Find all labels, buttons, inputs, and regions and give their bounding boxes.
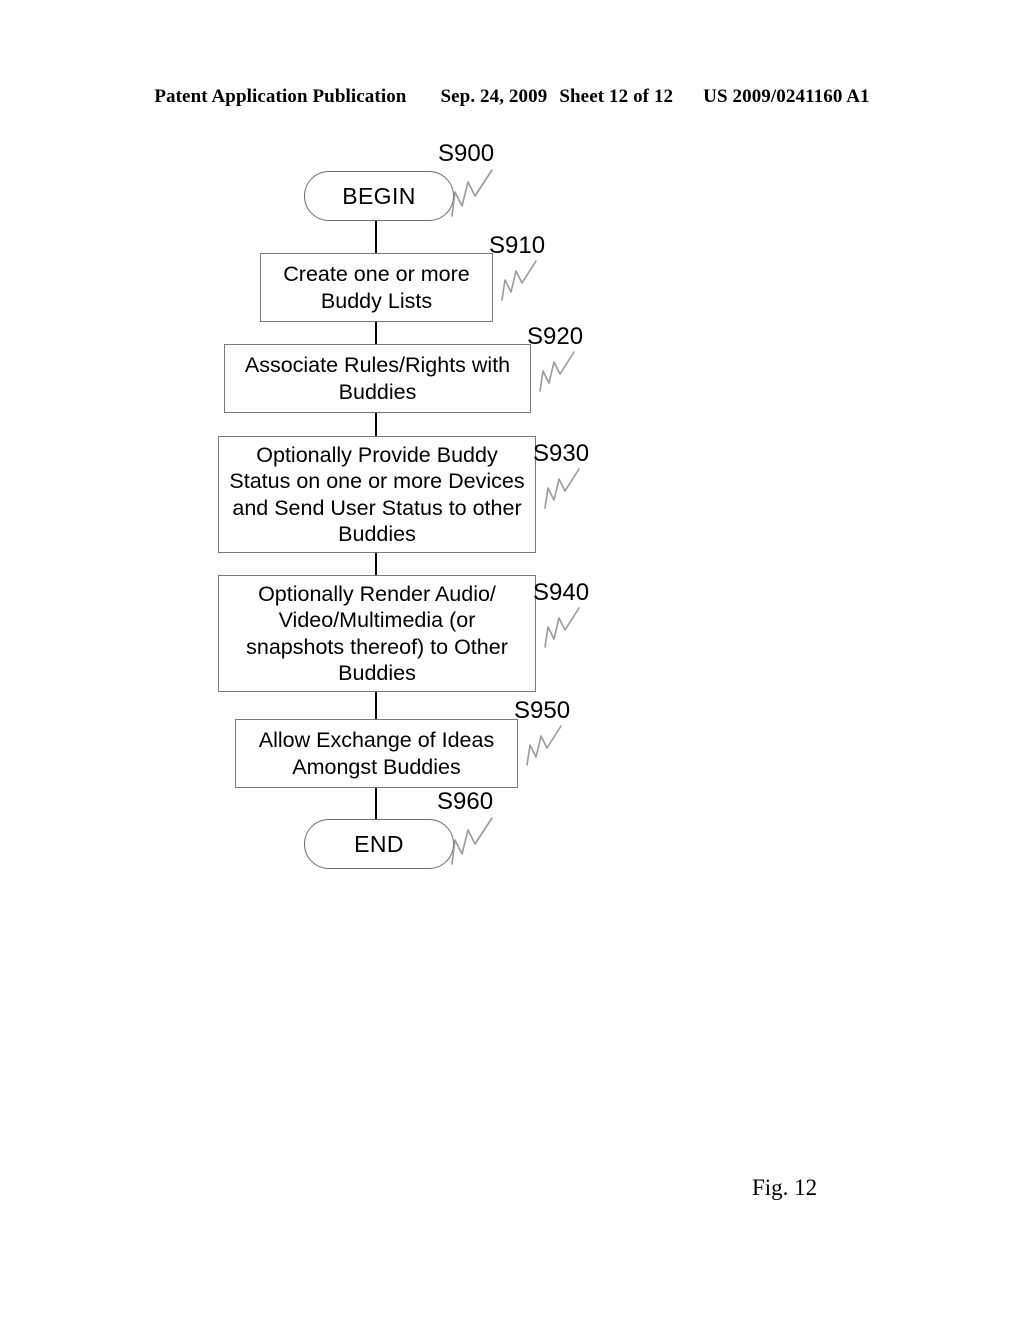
leader-line-s930: [544, 468, 580, 509]
flow-node-s910-label: Create one or more Buddy Lists: [283, 262, 470, 313]
step-label-s960: S960: [437, 788, 494, 815]
connector-begin-to-s910: [375, 220, 377, 254]
connector-s910-to-s920: [375, 322, 377, 344]
figure-caption: Fig. 12: [752, 1175, 818, 1200]
connector-s930-to-s940: [375, 553, 377, 575]
leader-line-s960: [451, 817, 493, 865]
flow-node-s910[interactable]: Create one or more Buddy Lists: [260, 253, 493, 322]
leader-line-s910: [501, 260, 537, 301]
connector-s950-to-end: [375, 787, 377, 820]
step-label-s950: S950: [514, 697, 571, 724]
step-label-s940: S940: [533, 579, 590, 606]
flow-node-s920-label: Associate Rules/Rights with Buddies: [244, 353, 511, 404]
flowchart-diagram: BEGIN S900 Create one or more Buddy List…: [0, 0, 1024, 1320]
flow-node-s940-label: Optionally Render Audio/ Video/Multimedi…: [246, 581, 508, 686]
connector-s920-to-s930: [375, 413, 377, 436]
step-label-s910: S910: [489, 232, 546, 259]
step-label-s900: S900: [438, 140, 495, 167]
flow-node-s920[interactable]: Associate Rules/Rights with Buddies: [224, 344, 531, 413]
flow-node-s930[interactable]: Optionally Provide Buddy Status on one o…: [218, 436, 536, 553]
flow-node-begin[interactable]: BEGIN: [304, 171, 454, 221]
step-label-s930: S930: [533, 440, 590, 467]
leader-line-s950: [526, 725, 562, 766]
flow-node-s950[interactable]: Allow Exchange of Ideas Amongst Buddies: [235, 719, 518, 788]
flow-node-end[interactable]: END: [304, 819, 454, 869]
flow-node-s930-label: Optionally Provide Buddy Status on one o…: [229, 442, 525, 547]
flow-node-s950-label: Allow Exchange of Ideas Amongst Buddies: [258, 728, 495, 779]
leader-line-s920: [539, 351, 575, 392]
connector-s940-to-s950: [375, 692, 377, 719]
step-label-s920: S920: [527, 323, 584, 350]
leader-line-s900: [451, 169, 493, 217]
flow-node-end-label: END: [354, 830, 404, 857]
flow-node-s940[interactable]: Optionally Render Audio/ Video/Multimedi…: [218, 575, 536, 692]
leader-line-s940: [544, 607, 580, 648]
flow-node-begin-label: BEGIN: [342, 182, 416, 209]
